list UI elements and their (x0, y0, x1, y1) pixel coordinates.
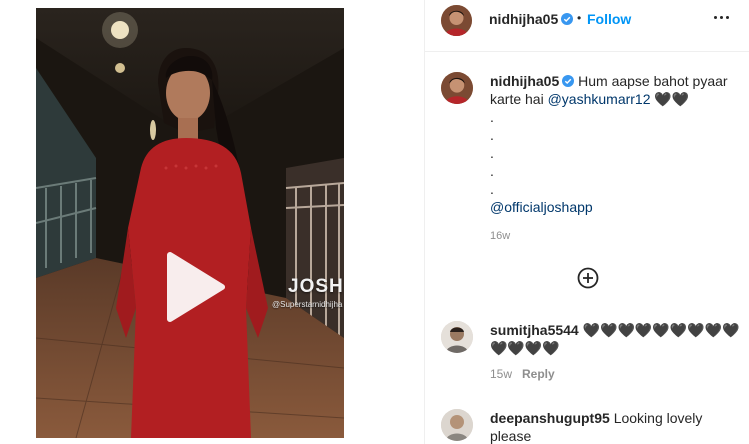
avatar-image (441, 5, 472, 36)
caption-text: nidhijha05 Hum aapse bahot pyaar karte h… (490, 72, 740, 216)
comment-text: sumitjha5544 🖤🖤🖤🖤🖤🖤🖤🖤🖤🖤🖤🖤🖤 (490, 321, 742, 357)
caption-tag[interactable]: @officialjoshapp (490, 199, 593, 215)
avatar[interactable] (441, 321, 473, 353)
caption-username[interactable]: nidhijha05 (490, 73, 559, 89)
avatar[interactable] (441, 5, 472, 36)
caption-dot: . (490, 181, 494, 197)
comment-timestamp[interactable]: 15w (490, 367, 512, 381)
caption-dot: . (490, 109, 494, 125)
more-horizontal-icon[interactable] (714, 16, 732, 22)
play-icon[interactable] (162, 251, 226, 323)
comment-text: deepanshugupt95 Looking lovely please (490, 409, 742, 444)
plus-circle-icon[interactable] (577, 267, 599, 289)
avatar-image (441, 321, 473, 353)
caption-dot: . (490, 163, 494, 179)
instagram-post-view: JOSH @Superstarnidhijha nidhijha05 • Fol… (0, 0, 749, 444)
caption-dot: . (490, 145, 494, 161)
post-header: nidhijha05 • Follow (425, 0, 749, 52)
comment-username[interactable]: sumitjha5544 (490, 322, 579, 338)
reply-button[interactable]: Reply (522, 367, 555, 381)
video-frame (36, 8, 344, 438)
avatar[interactable] (441, 409, 473, 441)
comment-meta: 15w Reply (490, 367, 555, 381)
separator-dot: • (577, 11, 582, 25)
verified-badge-icon (562, 75, 575, 87)
follow-button[interactable]: Follow (587, 11, 631, 27)
avatar-image (441, 72, 473, 104)
caption-dot: . (490, 127, 494, 143)
username-text[interactable]: nidhijha05 (489, 11, 558, 27)
verified-badge-icon (561, 13, 574, 25)
avatar[interactable] (441, 72, 473, 104)
caption-mention[interactable]: @yashkumarr12 (548, 91, 651, 107)
post-sidebar: nidhijha05 • Follow nidhijha05 Hum aapse… (424, 0, 749, 444)
caption-timestamp[interactable]: 16w (490, 230, 510, 242)
watermark-handle: @Superstarnidhijha (272, 300, 343, 309)
avatar-image (441, 409, 473, 441)
username[interactable]: nidhijha05 (489, 11, 574, 27)
watermark-brand: JOSH (288, 276, 344, 297)
caption-emoji: 🖤🖤 (654, 91, 690, 107)
comment-username[interactable]: deepanshugupt95 (490, 410, 610, 426)
video-player[interactable]: JOSH @Superstarnidhijha (36, 8, 344, 438)
